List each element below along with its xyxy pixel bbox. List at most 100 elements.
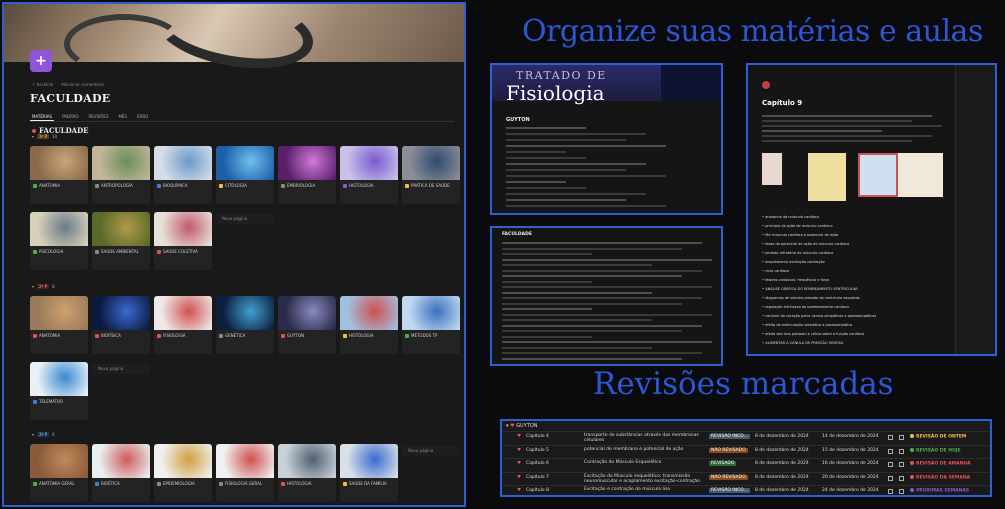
gallery-card[interactable]: BIOÉTICA [92,444,150,502]
review-row[interactable]: ♥ Capítulo 8 Excitação e contração do músc… [502,485,990,495]
card-cover-image [216,146,274,180]
chapter-name[interactable]: Capítulo 6 [526,461,549,466]
video-thumbnail[interactable] [898,153,943,197]
card-cover-image [92,146,150,180]
gallery-card[interactable]: HISTOLOGIA [340,146,398,204]
card-cover-image [30,146,88,180]
gallery-card[interactable]: EMBRIOLOGIA [278,146,336,204]
gallery-card[interactable]: ANATOMIA GERAL [30,444,88,502]
group-header[interactable]: ▾ 3º P6 [32,432,55,437]
checkbox[interactable] [899,448,904,454]
medical-page-icon[interactable]: + [30,50,52,72]
due-label: REVISÃO DE AMANHÃ [910,461,971,467]
review-group-header[interactable]: ▾ ♥ GUYTON [506,423,538,429]
group-header[interactable]: ▾ 2º P8 [32,284,55,289]
checkbox[interactable] [888,462,893,467]
tab-materias[interactable]: MATÉRIAS [30,113,55,121]
review-date: 8 de dezembro de 2024 [755,474,809,480]
screenshot-faculdade-table: FACULDADE [490,226,723,366]
status-badge[interactable]: NÃO REVISADO [709,474,748,480]
review-row[interactable]: ♥ Capítulo 6 Contração do Músculo Esquelét… [502,458,990,469]
card-label-row: ANATOMIA [30,330,88,341]
gallery-card[interactable]: HISTOLOGIA [278,444,336,502]
tab-padrao[interactable]: PADRÃO [60,113,80,121]
gallery-card[interactable]: MÉTODOS TP [402,296,460,354]
card-title: ANTROPOLOGIA [101,183,133,188]
gallery-card[interactable]: GUYTON [278,296,336,354]
card-cover-image [340,146,398,180]
status-badge[interactable]: REVISADO [709,461,737,466]
gallery-card[interactable]: BIOQUÍMICA [154,146,212,204]
tab-erro[interactable]: ERRO [135,113,150,121]
gallery-card[interactable]: FISIOLOGIA GERAL [216,444,274,502]
checkbox[interactable] [899,435,904,440]
gallery-card[interactable]: PRÁTICA DE SAÚDE [402,146,460,204]
chapter-sidebar [955,65,995,354]
gallery-card[interactable]: BIOFÍSICA [92,296,150,354]
gallery-card[interactable]: PSICOLOGIA [30,212,88,270]
due-label: PRÓXIMAS SEMANAS [910,488,969,494]
card-title: GUYTON [287,333,305,338]
gallery-card[interactable]: ANATOMIA [30,146,88,204]
checkbox[interactable] [899,489,904,494]
group-header[interactable]: ▾ 1º P 10 [32,134,57,139]
checkbox[interactable] [899,462,904,467]
checkbox[interactable] [899,475,904,481]
gallery-card[interactable]: FISIOLOGIA [154,296,212,354]
status-badge[interactable]: NÃO REVISADO [709,447,748,453]
gallery-card[interactable]: EPIDEMIOLOGIA [154,444,212,502]
gallery-card[interactable]: SAÚDE DA FAMÍLIA [340,444,398,502]
placeholder-line [502,324,702,327]
cover-text-main: Fisiologia [506,81,605,105]
gallery-card[interactable]: TELEMATOR [30,362,88,420]
gallery-card[interactable]: SAÚDE AMBIENTAL [92,212,150,270]
review-row[interactable]: ♥ Capítulo 7 Excitação do Músculo esquelét… [502,471,990,484]
gallery-card[interactable]: HISTOLOGIA [340,296,398,354]
chapter-name[interactable]: Capítulo 4 [526,434,549,439]
gallery-card[interactable]: CITOLOGIA [216,146,274,204]
checkbox[interactable] [888,448,893,454]
subject-icon [343,333,347,338]
chapter-bullet: ANÁLISE GRÁFICA DO BOMBEAMENTO VENTRICUL… [762,287,858,291]
subject-icon [281,333,285,338]
chapter-name[interactable]: Capítulo 5 [526,448,549,453]
chapter-name[interactable]: Capítulo 7 [526,475,549,480]
gallery-card[interactable]: ANATOMIA [30,296,88,354]
checkbox[interactable] [888,435,893,440]
chapter-name[interactable]: Capítulo 8 [526,488,549,493]
checkbox[interactable] [888,475,893,481]
status-badge[interactable]: REVISÃO INCO... [709,434,750,439]
review-row[interactable]: ♥ Capítulo 4 transporte de substâncias atr… [502,431,990,443]
review-row[interactable]: ♥ Capítulo 5 potencial de membrana e poten… [502,444,990,456]
subject-icon [281,183,285,188]
group-toggle-icon[interactable]: ▾ [32,284,34,289]
due-dot-icon [910,488,914,492]
new-page-button[interactable]: Nova página [92,364,150,374]
subject-icon [95,481,99,486]
status-badge[interactable]: REVISÃO INCO... [709,488,750,493]
gallery-card[interactable]: ANTROPOLOGIA [92,146,150,204]
gallery-card[interactable]: GENÉTICA [216,296,274,354]
gallery-card[interactable]: SAÚDE COLETIVA [154,212,212,270]
tab-mes[interactable]: MÊS [116,113,129,121]
backlink-link[interactable]: ↑ backlink [32,82,53,87]
checkbox[interactable] [888,489,893,494]
placeholder-line [502,269,702,272]
tab-revisoes[interactable]: REVISÕES [87,113,111,121]
subject-icon [95,333,99,338]
chapter-bullet: fases do potencial de ação do músculo ca… [762,242,849,246]
notion-faculdade-page: + ↑ backlink Adicionar comentário FACULD… [2,2,466,507]
new-page-button[interactable]: Nova página [402,446,460,456]
card-cover-image [30,362,88,396]
new-page-button[interactable]: Nova página [216,214,274,224]
group-toggle-icon[interactable]: ▾ [32,432,34,437]
card-label-row: HISTOLOGIA [340,180,398,191]
card-cover-image [154,212,212,246]
group-count: 10 [52,134,58,139]
card-label-row: PSICOLOGIA [30,246,88,257]
group-count: 6 [52,432,55,437]
group-toggle-icon[interactable]: ▾ [32,134,34,139]
stethoscope-tube-shape [64,14,184,74]
page-title: FACULDADE [30,92,111,105]
add-comment-link[interactable]: Adicionar comentário [61,82,104,87]
